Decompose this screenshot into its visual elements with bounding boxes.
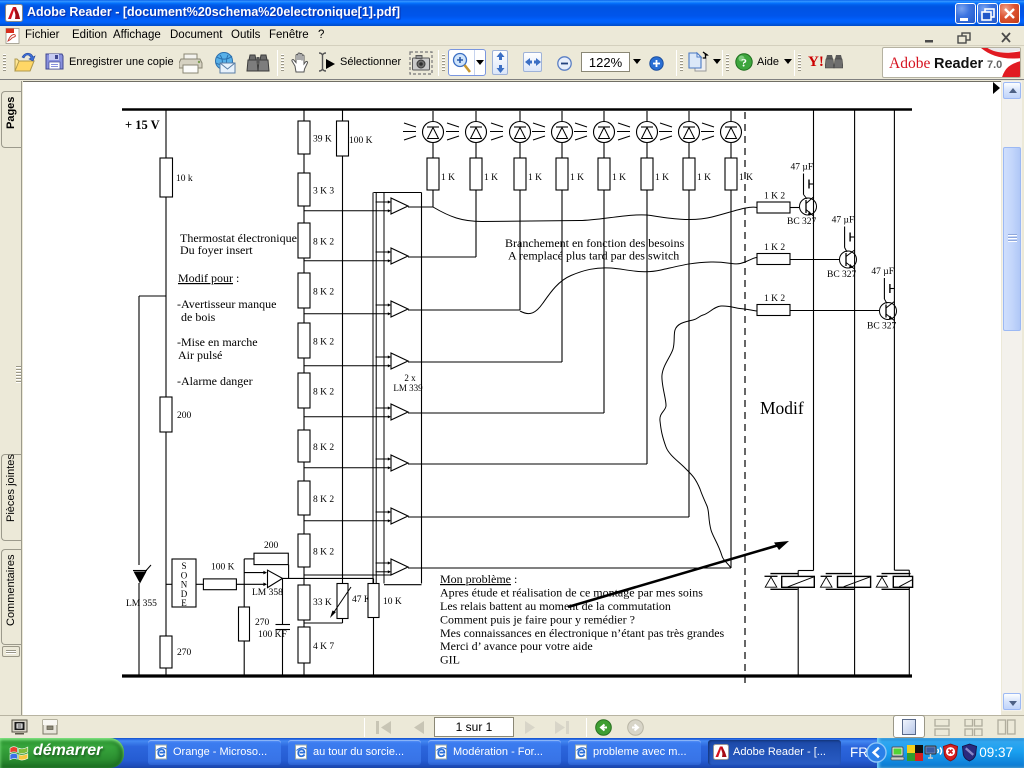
svg-text:8 K 2: 8 K 2 — [313, 238, 334, 248]
svg-text:LM 339: LM 339 — [393, 383, 423, 393]
svg-text:8 K 2: 8 K 2 — [313, 338, 334, 348]
svg-text:1 K 2: 1 K 2 — [764, 294, 785, 304]
svg-text:270: 270 — [177, 648, 192, 658]
svg-text:E: E — [181, 598, 187, 608]
svg-text:1 K: 1 K — [570, 173, 584, 183]
svg-text:1 K: 1 K — [441, 173, 455, 183]
svg-text:GIL: GIL — [440, 653, 460, 667]
svg-text:39 K: 39 K — [313, 135, 332, 145]
svg-text:10 k: 10 k — [176, 174, 193, 184]
svg-text:Mon problème :: Mon problème : — [440, 572, 517, 586]
svg-text:1 K: 1 K — [697, 173, 711, 183]
svg-text:Merci d’ avance pour votre aid: Merci d’ avance pour votre aide — [440, 639, 593, 653]
svg-text:Comment puis je faire pour y r: Comment puis je faire pour y remédier ? — [440, 613, 635, 627]
svg-text:2 x: 2 x — [404, 373, 416, 383]
svg-text:1 K: 1 K — [484, 173, 498, 183]
svg-text:100 K: 100 K — [211, 563, 235, 573]
svg-text:1 K: 1 K — [528, 173, 542, 183]
svg-text:3 K 3: 3 K 3 — [313, 187, 334, 197]
svg-text:8 K 2: 8 K 2 — [313, 495, 334, 505]
svg-text:Les relais battent au moment: Les relais battent au moment de la commu… — [440, 599, 671, 613]
svg-text:-Alarme danger: -Alarme danger — [177, 374, 253, 388]
svg-text:A remplacé plus tard par des s: A remplacé plus tard par des switch — [508, 249, 679, 263]
svg-text:8 K 2: 8 K 2 — [313, 388, 334, 398]
svg-text:8 K 2: 8 K 2 — [313, 288, 334, 298]
svg-text:10 K: 10 K — [383, 597, 402, 607]
svg-text:-Mise en marche: -Mise en marche — [177, 335, 258, 349]
svg-text:47 µF: 47 µF — [791, 163, 814, 173]
svg-text:Air pulsé: Air pulsé — [178, 348, 222, 362]
svg-text:Modif pour :: Modif pour : — [178, 271, 239, 285]
svg-text:Du foyer insert: Du foyer insert — [180, 243, 253, 257]
svg-text:de bois: de bois — [181, 310, 216, 324]
svg-text:1 K: 1 K — [739, 173, 753, 183]
svg-text:BC 327: BC 327 — [867, 322, 897, 332]
svg-text:BC 327: BC 327 — [827, 270, 857, 280]
svg-text:33 K: 33 K — [313, 598, 332, 608]
svg-text:Mes connaissances en électroni: Mes connaissances en électronique n’étan… — [440, 626, 725, 640]
svg-text:1 K: 1 K — [655, 173, 669, 183]
svg-text:+ 15 V: + 15 V — [125, 118, 160, 132]
svg-text:270: 270 — [255, 618, 270, 628]
svg-text:200: 200 — [177, 411, 192, 421]
svg-text:LM 355: LM 355 — [126, 599, 157, 609]
svg-text:LM 358: LM 358 — [252, 588, 283, 598]
svg-text:1 K: 1 K — [612, 173, 626, 183]
svg-text:47 µF: 47 µF — [871, 267, 894, 277]
svg-text:1 K 2: 1 K 2 — [764, 243, 785, 253]
svg-text:100 KF: 100 KF — [258, 630, 287, 640]
svg-text:100 K: 100 K — [349, 136, 373, 146]
svg-text:Modif: Modif — [760, 398, 804, 418]
svg-text:Apres étude et réalisation de: Apres étude et réalisation de ce montage… — [440, 586, 703, 600]
svg-text:200: 200 — [264, 541, 279, 551]
svg-text:1 K 2: 1 K 2 — [764, 192, 785, 202]
svg-text:8 K 2: 8 K 2 — [313, 443, 334, 453]
svg-text:47 µF: 47 µF — [832, 216, 855, 226]
svg-text:-Avertisseur manque: -Avertisseur manque — [177, 297, 276, 311]
svg-text:8 K 2: 8 K 2 — [313, 548, 334, 558]
svg-text:4 K 7: 4 K 7 — [313, 642, 334, 652]
svg-text:BC 327: BC 327 — [787, 217, 817, 227]
